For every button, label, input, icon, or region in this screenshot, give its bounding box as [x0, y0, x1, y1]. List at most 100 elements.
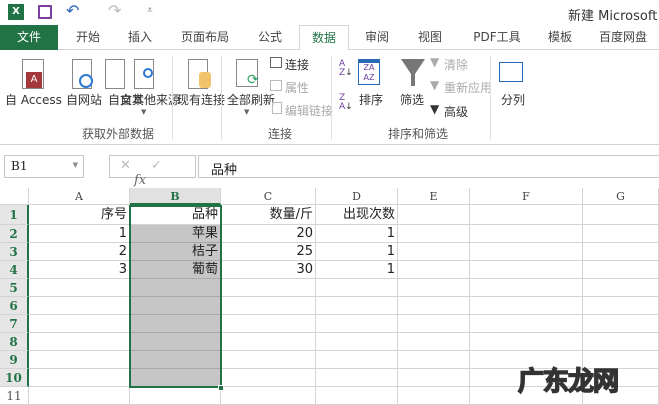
cell-A11[interactable]: [29, 387, 130, 405]
cell-G8[interactable]: [583, 333, 659, 351]
row-header-5[interactable]: 5: [0, 279, 29, 297]
name-box[interactable]: B1 ▼: [4, 155, 84, 178]
tab-templates[interactable]: 模板: [535, 25, 585, 50]
cell-D2[interactable]: 1: [316, 225, 398, 243]
cell-E4[interactable]: [398, 261, 470, 279]
cell-C8[interactable]: [221, 333, 316, 351]
sort-button[interactable]: 排序: [359, 91, 383, 108]
cell-A1[interactable]: 序号: [29, 205, 130, 225]
cell-G2[interactable]: [583, 225, 659, 243]
cell-B5[interactable]: [130, 279, 221, 297]
row-header-3[interactable]: 3: [0, 243, 29, 261]
cell-G7[interactable]: [583, 315, 659, 333]
cell-E7[interactable]: [398, 315, 470, 333]
cell-A7[interactable]: [29, 315, 130, 333]
from-web-button[interactable]: 自网站: [66, 91, 102, 108]
cell-F2[interactable]: [470, 225, 583, 243]
save-icon[interactable]: [38, 5, 52, 19]
tab-pdf-tools[interactable]: PDF工具: [463, 25, 531, 50]
cell-C4[interactable]: 30: [221, 261, 316, 279]
cell-B11[interactable]: [130, 387, 221, 405]
cell-D10[interactable]: [316, 369, 398, 387]
cell-D1[interactable]: 出现次数: [316, 205, 398, 225]
cell-E9[interactable]: [398, 351, 470, 369]
row-header-11[interactable]: 11: [0, 387, 29, 405]
column-header-F[interactable]: F: [470, 188, 583, 205]
cell-F4[interactable]: [470, 261, 583, 279]
cell-E10[interactable]: [398, 369, 470, 387]
cell-B8[interactable]: [130, 333, 221, 351]
existing-connections-button[interactable]: 现有连接: [177, 91, 225, 108]
row-header-7[interactable]: 7: [0, 315, 29, 333]
cell-E8[interactable]: [398, 333, 470, 351]
row-header-9[interactable]: 9: [0, 351, 29, 369]
cell-B3[interactable]: 桔子: [130, 243, 221, 261]
cell-D6[interactable]: [316, 297, 398, 315]
column-header-G[interactable]: G: [583, 188, 659, 205]
cell-C9[interactable]: [221, 351, 316, 369]
select-all-button[interactable]: [0, 188, 29, 205]
cell-A8[interactable]: [29, 333, 130, 351]
cell-C6[interactable]: [221, 297, 316, 315]
cell-G6[interactable]: [583, 297, 659, 315]
cell-D9[interactable]: [316, 351, 398, 369]
tab-formulas[interactable]: 公式: [245, 25, 295, 50]
cell-B2[interactable]: 苹果: [130, 225, 221, 243]
from-access-button[interactable]: 自 Access: [5, 91, 62, 108]
connections-button[interactable]: 连接: [285, 56, 309, 73]
cell-C10[interactable]: [221, 369, 316, 387]
cell-G3[interactable]: [583, 243, 659, 261]
cell-C1[interactable]: 数量/斤: [221, 205, 316, 225]
cancel-icon[interactable]: ✕: [120, 158, 131, 173]
column-header-B[interactable]: B: [130, 188, 221, 205]
cell-G1[interactable]: [583, 205, 659, 225]
cell-A4[interactable]: 3: [29, 261, 130, 279]
text-to-columns-button[interactable]: 分列: [501, 91, 525, 108]
reapply-button[interactable]: 重新应用: [444, 79, 492, 96]
cell-G4[interactable]: [583, 261, 659, 279]
row-header-2[interactable]: 2: [0, 225, 29, 243]
cell-C7[interactable]: [221, 315, 316, 333]
cell-C3[interactable]: 25: [221, 243, 316, 261]
fill-handle[interactable]: [218, 385, 224, 391]
cell-D8[interactable]: [316, 333, 398, 351]
cell-F7[interactable]: [470, 315, 583, 333]
cell-F1[interactable]: [470, 205, 583, 225]
cell-D5[interactable]: [316, 279, 398, 297]
sort-descending-button[interactable]: Z A↓: [339, 94, 353, 112]
row-header-8[interactable]: 8: [0, 333, 29, 351]
cell-A9[interactable]: [29, 351, 130, 369]
cell-C11[interactable]: [221, 387, 316, 405]
chevron-down-icon[interactable]: ▼: [73, 161, 78, 169]
column-header-E[interactable]: E: [398, 188, 470, 205]
row-header-1[interactable]: 1: [0, 205, 29, 225]
column-header-A[interactable]: A: [29, 188, 130, 205]
cell-E6[interactable]: [398, 297, 470, 315]
row-header-4[interactable]: 4: [0, 261, 29, 279]
redo-icon[interactable]: ↷: [108, 1, 121, 20]
cell-C2[interactable]: 20: [221, 225, 316, 243]
chevron-down-icon[interactable]: ▼: [244, 108, 249, 116]
tab-file[interactable]: 文件: [0, 25, 58, 50]
cell-B1[interactable]: 品种: [130, 205, 221, 225]
cell-B6[interactable]: [130, 297, 221, 315]
cell-D7[interactable]: [316, 315, 398, 333]
tab-review[interactable]: 审阅: [352, 25, 402, 50]
cell-B10[interactable]: [130, 369, 221, 387]
cell-A5[interactable]: [29, 279, 130, 297]
cell-A10[interactable]: [29, 369, 130, 387]
cell-B7[interactable]: [130, 315, 221, 333]
cell-B9[interactable]: [130, 351, 221, 369]
cell-E5[interactable]: [398, 279, 470, 297]
from-other-sources-button[interactable]: 自其他来源: [120, 91, 180, 108]
formula-input[interactable]: 品种: [198, 155, 659, 178]
undo-icon[interactable]: ↶: [66, 1, 79, 20]
cell-D4[interactable]: 1: [316, 261, 398, 279]
cell-A3[interactable]: 2: [29, 243, 130, 261]
cell-E2[interactable]: [398, 225, 470, 243]
cell-E11[interactable]: [398, 387, 470, 405]
tab-data[interactable]: 数据: [299, 25, 349, 51]
chevron-down-icon[interactable]: ▼: [141, 108, 146, 116]
row-header-6[interactable]: 6: [0, 297, 29, 315]
edit-links-button[interactable]: 编辑链接: [285, 102, 333, 119]
